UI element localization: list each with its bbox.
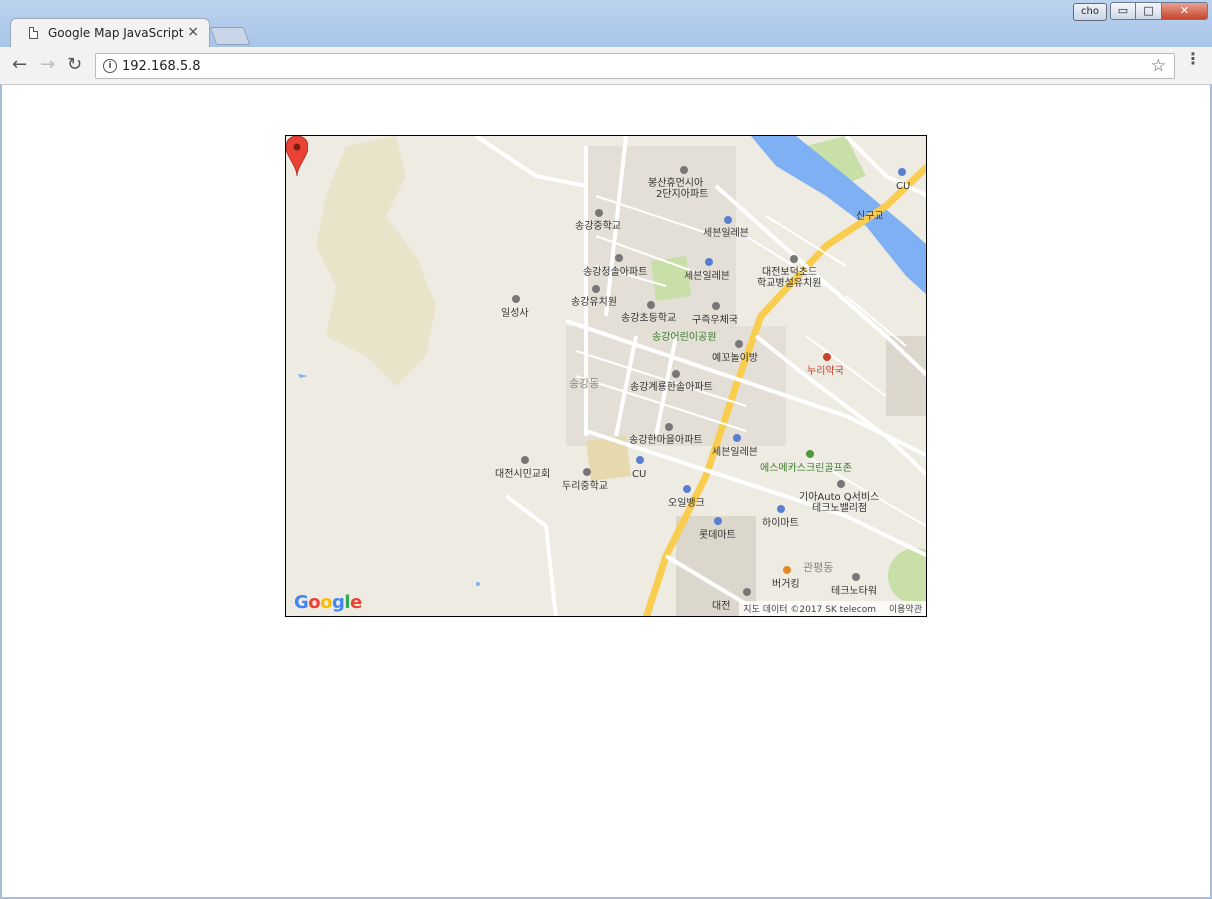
terms-link[interactable]: 이용약관 (889, 605, 922, 615)
map-label[interactable]: 누리약국 (807, 366, 844, 377)
map-label[interactable]: 버거킹 (772, 579, 800, 590)
map-marker-pin-icon[interactable] (286, 136, 308, 176)
map-label[interactable]: 기아Auto Q서비스 (799, 492, 879, 503)
school-poi-icon[interactable] (592, 285, 600, 293)
service-poi-icon[interactable] (837, 480, 845, 488)
minimize-button[interactable]: ▭ (1110, 2, 1136, 20)
temple-poi-icon[interactable] (512, 295, 520, 303)
post-office-poi-icon[interactable] (712, 302, 720, 310)
school-poi-icon[interactable] (647, 301, 655, 309)
gas-station-poi-icon[interactable] (683, 485, 691, 493)
map-label[interactable]: CU (632, 469, 646, 480)
store-poi-icon[interactable] (898, 168, 906, 176)
school-poi-icon[interactable] (583, 468, 591, 476)
school-poi-icon[interactable] (790, 255, 798, 263)
map-district-label: 송강동 (569, 377, 600, 390)
map-label[interactable]: 송강초등학교 (621, 313, 676, 324)
close-window-button[interactable]: ✕ (1162, 2, 1208, 20)
store-poi-icon[interactable] (733, 434, 741, 442)
map-label[interactable]: 테크노타워 (831, 586, 877, 597)
map-label[interactable]: 구즉우체국 (692, 315, 738, 326)
map-label[interactable]: 세븐일레븐 (703, 228, 749, 239)
map-label[interactable]: CU (896, 181, 910, 192)
address-bar[interactable]: i 192.168.5.8 ☆ (95, 53, 1175, 79)
apartment-poi-icon[interactable] (852, 573, 860, 581)
map-district-label: 관평동 (803, 561, 834, 574)
tab-google-map[interactable]: Google Map JavaScript × (10, 18, 210, 48)
map-label[interactable]: 송강중학교 (575, 221, 621, 232)
restaurant-poi-icon[interactable] (783, 566, 791, 574)
tab-title: Google Map JavaScript (48, 26, 184, 40)
maximize-button[interactable]: □ (1136, 2, 1162, 20)
background-tab-blur (220, 15, 620, 33)
page-icon (29, 27, 38, 39)
browser-toolbar: ← → ↻ i 192.168.5.8 ☆ ⋮ (0, 47, 1212, 85)
map-label[interactable]: 하이마트 (762, 518, 799, 529)
map-label[interactable]: 예꼬놀이방 (712, 353, 758, 364)
user-profile-badge[interactable]: cho (1073, 3, 1107, 21)
map-label[interactable]: 테크노밸리점 (812, 503, 867, 514)
map-attribution: 지도 데이터 ©2017 SK telecom 이용약관 (739, 601, 926, 616)
map-label[interactable]: 대전보덕초드 (762, 267, 817, 278)
school-poi-icon[interactable] (743, 588, 751, 596)
map-label[interactable]: 송강어린이공원 (652, 332, 716, 343)
golf-poi-icon[interactable] (806, 450, 814, 458)
map-label[interactable]: 신구교 (856, 211, 884, 222)
pharmacy-poi-icon[interactable] (823, 353, 831, 361)
back-arrow-icon[interactable]: ← (12, 56, 27, 74)
map-label[interactable]: 오일뱅크 (668, 498, 705, 509)
window-controls: ▭ □ ✕ (1110, 2, 1208, 20)
apartment-poi-icon[interactable] (672, 370, 680, 378)
store-poi-icon[interactable] (636, 456, 644, 464)
forward-arrow-icon[interactable]: → (40, 56, 55, 74)
map-label[interactable]: 롯데마트 (699, 530, 736, 541)
map-label[interactable]: 대전시민교회 (495, 469, 550, 480)
store-poi-icon[interactable] (724, 216, 732, 224)
map-label[interactable]: 송강청솔아파트 (583, 267, 647, 278)
info-icon[interactable]: i (103, 59, 117, 73)
browser-menu-icon[interactable]: ⋮ (1185, 51, 1201, 67)
map-label[interactable]: 세븐일레븐 (712, 447, 758, 458)
apartment-poi-icon[interactable] (665, 423, 673, 431)
map-label[interactable]: 봉산휴먼시아 (648, 178, 703, 189)
map-label[interactable]: 2단지아파트 (656, 189, 708, 200)
map-label[interactable]: 일성사 (501, 308, 529, 319)
map-label[interactable]: 송강계룡한솔아파트 (630, 382, 713, 393)
school-poi-icon[interactable] (595, 209, 603, 217)
google-logo[interactable]: Google (294, 592, 362, 613)
url-text[interactable]: 192.168.5.8 (122, 59, 201, 74)
shop-poi-icon[interactable] (777, 505, 785, 513)
map-label[interactable]: 두리중학교 (562, 481, 608, 492)
map-label[interactable]: 에스메카스크린골프존 (760, 463, 852, 474)
store-poi-icon[interactable] (705, 258, 713, 266)
map-label[interactable]: 송강유치원 (571, 297, 617, 308)
bookmark-star-icon[interactable]: ☆ (1151, 56, 1166, 76)
google-map[interactable]: 봉산휴먼시아 2단지아파트 CU 신구교 송강중학교 세븐일레븐 송강청솔아파트… (285, 135, 927, 617)
tab-close-icon[interactable]: × (187, 24, 199, 40)
daycare-poi-icon[interactable] (735, 340, 743, 348)
apartment-poi-icon[interactable] (615, 254, 623, 262)
map-label[interactable]: 대전 (712, 601, 730, 612)
new-tab-button[interactable] (209, 27, 251, 45)
window-titlebar: Google Map JavaScript × cho ▭ □ ✕ (0, 0, 1212, 48)
shop-poi-icon[interactable] (714, 517, 722, 525)
apartment-poi-icon[interactable] (680, 166, 688, 174)
reload-icon[interactable]: ↻ (67, 56, 82, 74)
map-data-credit: 지도 데이터 ©2017 SK telecom (743, 605, 876, 615)
map-label[interactable]: 세븐일레븐 (684, 271, 730, 282)
church-poi-icon[interactable] (521, 456, 529, 464)
map-label[interactable]: 송강한마을아파트 (629, 435, 703, 446)
map-label[interactable]: 학교병설유치원 (757, 278, 821, 289)
